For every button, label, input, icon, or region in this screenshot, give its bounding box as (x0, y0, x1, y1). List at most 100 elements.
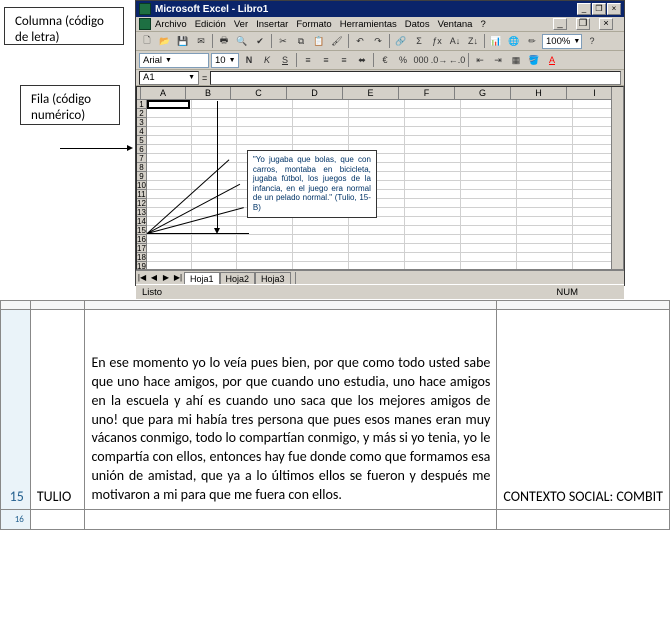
indent-increase-icon[interactable]: ⇥ (490, 53, 506, 68)
row-header[interactable]: 17 (137, 244, 146, 253)
percent-icon[interactable]: % (395, 53, 411, 68)
font-color-icon[interactable]: A (544, 53, 560, 68)
vertical-scrollbar[interactable] (611, 87, 623, 269)
comma-icon[interactable]: 000 (413, 53, 429, 68)
doc-restore-button[interactable]: ❐ (576, 18, 590, 30)
currency-icon[interactable]: € (377, 53, 393, 68)
tab-prev-icon[interactable]: ◀ (148, 273, 160, 282)
paste-icon[interactable]: 📋 (311, 34, 327, 49)
row-header[interactable]: 1 (137, 100, 146, 109)
indent-decrease-icon[interactable]: ⇤ (472, 53, 488, 68)
row-header[interactable]: 5 (137, 136, 146, 145)
row-header[interactable]: 12 (137, 199, 146, 208)
format-painter-icon[interactable]: 🖌 (329, 34, 345, 49)
increase-decimal-icon[interactable]: .0→ (431, 53, 447, 68)
menu-help[interactable]: ? (480, 19, 485, 30)
menu-edicion[interactable]: Edición (195, 19, 226, 30)
row-header[interactable]: 2 (137, 109, 146, 118)
menu-ver[interactable]: Ver (234, 19, 248, 30)
bold-icon[interactable]: N (241, 53, 257, 68)
formula-input[interactable] (210, 71, 621, 85)
minimize-button[interactable]: _ (577, 3, 591, 15)
menu-datos[interactable]: Datos (405, 19, 430, 30)
spreadsheet-grid[interactable]: ABCDEFGHI 123456789101112131415161718192… (136, 86, 624, 270)
zoom-dropdown[interactable]: 100%▼ (542, 34, 582, 49)
italic-icon[interactable]: K (259, 53, 275, 68)
function-icon[interactable]: ƒx (429, 34, 445, 49)
doc-minimize-button[interactable]: _ (553, 18, 567, 30)
menu-ventana[interactable]: Ventana (438, 19, 473, 30)
cut-icon[interactable]: ✂ (275, 34, 291, 49)
restore-button[interactable]: ❐ (592, 3, 606, 15)
sort-asc-icon[interactable]: A↓ (447, 34, 463, 49)
row-header[interactable]: 14 (137, 217, 146, 226)
sheet-tab-1[interactable]: Hoja1 (184, 272, 220, 284)
column-header[interactable]: E (343, 87, 399, 99)
horizontal-scrollbar[interactable] (295, 272, 624, 284)
autosum-icon[interactable]: Σ (411, 34, 427, 49)
tab-next-icon[interactable]: ▶ (160, 273, 172, 282)
row-header[interactable]: 10 (137, 181, 146, 190)
print-icon[interactable]: 🖶 (216, 34, 232, 49)
column-header[interactable]: H (511, 87, 567, 99)
open-icon[interactable]: 📂 (157, 34, 173, 49)
decrease-decimal-icon[interactable]: ←.0 (449, 53, 465, 68)
name-box[interactable]: A1 ▼ (139, 71, 199, 85)
preview-icon[interactable]: 🔍 (234, 34, 250, 49)
font-dropdown[interactable]: Arial▼ (139, 53, 209, 68)
undo-icon[interactable]: ↶ (352, 34, 368, 49)
sheet-tab-2[interactable]: Hoja2 (220, 272, 256, 284)
row-header[interactable]: 19 (137, 262, 146, 269)
close-button[interactable]: × (607, 3, 621, 15)
row-header[interactable]: 18 (137, 253, 146, 262)
column-header[interactable]: A (141, 87, 186, 99)
map-icon[interactable]: 🌐 (506, 34, 522, 49)
cells-area[interactable]: "Yo jugaba que bolas, que con carros, mo… (147, 100, 623, 269)
column-header[interactable]: G (455, 87, 511, 99)
font-size-dropdown[interactable]: 10▼ (211, 53, 239, 68)
row-header[interactable]: 6 (137, 145, 146, 154)
align-right-icon[interactable]: ≡ (336, 53, 352, 68)
help-icon[interactable]: ? (584, 34, 600, 49)
column-header[interactable]: B (186, 87, 231, 99)
menu-archivo[interactable]: Archivo (155, 19, 187, 30)
row-header[interactable]: 11 (137, 190, 146, 199)
row-header[interactable]: 8 (137, 163, 146, 172)
separator (484, 34, 485, 48)
row-header[interactable]: 3 (137, 118, 146, 127)
save-icon[interactable]: 💾 (175, 34, 191, 49)
menu-herramientas[interactable]: Herramientas (340, 19, 397, 30)
row-header[interactable]: 15 (137, 226, 146, 235)
chart-icon[interactable]: 📊 (488, 34, 504, 49)
fill-color-icon[interactable]: 🪣 (526, 53, 542, 68)
sheet-tab-3[interactable]: Hoja3 (255, 272, 291, 284)
column-header[interactable]: F (399, 87, 455, 99)
column-header[interactable]: C (231, 87, 287, 99)
row-header[interactable]: 16 (137, 235, 146, 244)
row-header[interactable]: 4 (137, 127, 146, 136)
menu-formato[interactable]: Formato (296, 19, 331, 30)
mail-icon[interactable]: ✉ (193, 34, 209, 49)
underline-icon[interactable]: S (277, 53, 293, 68)
sort-desc-icon[interactable]: Z↓ (465, 34, 481, 49)
merge-icon[interactable]: ⬌ (354, 53, 370, 68)
doc-close-button[interactable]: × (599, 18, 613, 30)
spellcheck-icon[interactable]: ✔ (252, 34, 268, 49)
copy-icon[interactable]: ⧉ (293, 34, 309, 49)
row-header[interactable]: 13 (137, 208, 146, 217)
borders-icon[interactable]: ▦ (508, 53, 524, 68)
redo-icon[interactable]: ↷ (370, 34, 386, 49)
column-header[interactable]: D (287, 87, 343, 99)
row-header[interactable]: 9 (137, 172, 146, 181)
align-left-icon[interactable]: ≡ (300, 53, 316, 68)
tab-first-icon[interactable]: |◀ (136, 273, 148, 282)
align-center-icon[interactable]: ≡ (318, 53, 334, 68)
drawing-icon[interactable]: ✏ (524, 34, 540, 49)
link-icon[interactable]: 🔗 (393, 34, 409, 49)
tab-last-icon[interactable]: ▶| (172, 273, 184, 282)
status-text: Listo (142, 287, 162, 298)
row-header[interactable]: 7 (137, 154, 146, 163)
annotation-column: Columna (código de letra) (4, 7, 124, 45)
menu-insertar[interactable]: Insertar (256, 19, 288, 30)
new-icon[interactable]: 🗋 (139, 34, 155, 49)
